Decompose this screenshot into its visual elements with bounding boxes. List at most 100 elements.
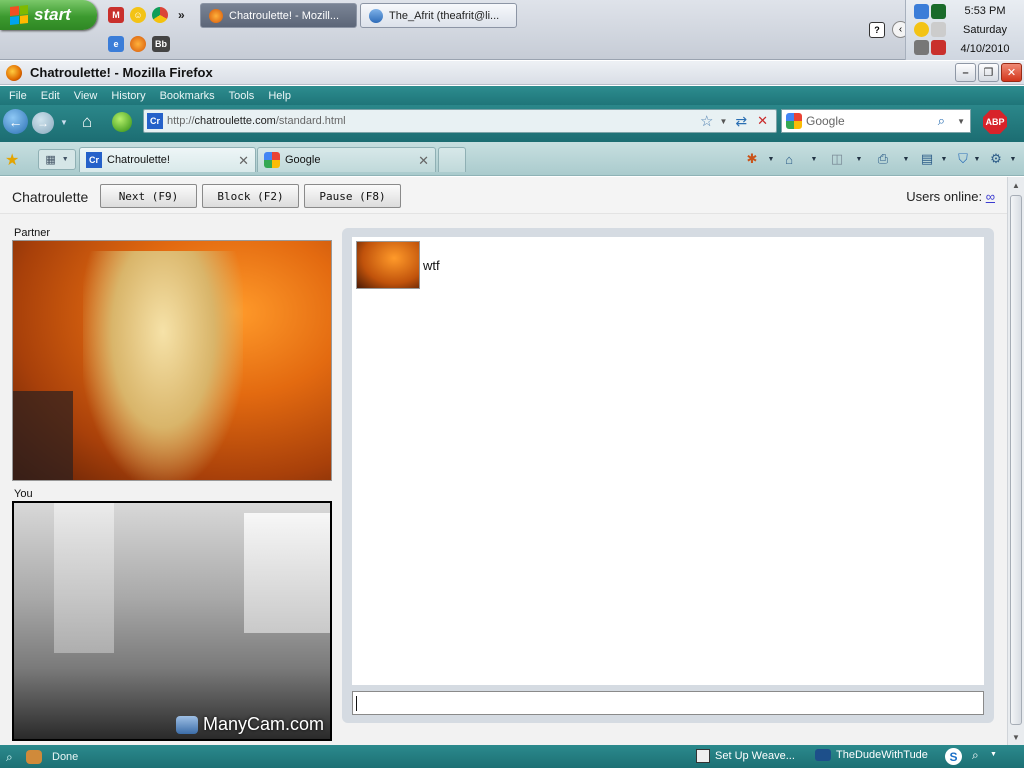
users-online-label: Users online:	[906, 189, 983, 204]
fox-dropdown-icon[interactable]: ▼	[762, 151, 780, 167]
reload-icon[interactable]	[112, 112, 132, 132]
search-icon[interactable]: ⌕	[938, 113, 945, 129]
menu-bookmarks[interactable]: Bookmarks	[160, 90, 215, 102]
print-dropdown-icon[interactable]: ▼	[897, 151, 915, 167]
gmail-icon[interactable]: M	[108, 7, 124, 23]
tab-grid-button[interactable]: ▦ ▼	[38, 149, 76, 170]
weave-status[interactable]: Set Up Weave...	[696, 749, 795, 763]
messenger-icon	[369, 8, 383, 23]
search-bar[interactable]: Google ⌕ ▼	[781, 109, 971, 133]
menu-file[interactable]: File	[9, 90, 27, 102]
chat-log[interactable]: wtf	[352, 237, 984, 685]
tab-google[interactable]: Google ✕	[257, 147, 436, 172]
next-button[interactable]: Next (F9)	[100, 184, 197, 208]
tab-close-icon[interactable]: ✕	[418, 153, 429, 169]
menu-bar: File Edit View History Bookmarks Tools H…	[0, 86, 1024, 105]
tab-chatroulette[interactable]: Cr Chatroulette! ✕	[79, 147, 256, 172]
menu-view[interactable]: View	[74, 90, 98, 102]
partner-figure	[83, 251, 243, 480]
tab-favicon: Cr	[86, 152, 102, 168]
bookmark-star-icon[interactable]: ☆	[700, 112, 713, 130]
status-bar: ⌕ Done Set Up Weave... TheDudeWithTude S…	[0, 745, 1024, 768]
task-button-firefox[interactable]: Chatroulette! - Mozill...	[200, 3, 357, 28]
menu-tools[interactable]: Tools	[229, 90, 255, 102]
history-dropdown-icon[interactable]: ▼	[60, 118, 68, 127]
print-icon[interactable]: ⎙	[874, 151, 892, 167]
minimize-button[interactable]: –	[955, 63, 976, 82]
firefox-icon[interactable]	[130, 36, 146, 52]
fox-status-icon[interactable]	[26, 749, 42, 764]
ie-icon[interactable]: e	[108, 36, 124, 52]
smiley-icon[interactable]: ☺	[130, 7, 146, 23]
bb-icon[interactable]: Bb	[152, 36, 170, 52]
google-icon	[264, 152, 280, 168]
block-button[interactable]: Block (F2)	[202, 184, 299, 208]
safety-dropdown-icon[interactable]: ▼	[968, 151, 986, 167]
home-dropdown-icon[interactable]: ▼	[805, 151, 823, 167]
home-icon[interactable]: ⌂	[82, 113, 102, 131]
hanging-figure	[54, 503, 114, 653]
maximize-button[interactable]: ❐	[978, 63, 999, 82]
smiley-tray-icon[interactable]	[914, 22, 929, 37]
forward-button[interactable]: →	[32, 112, 54, 134]
close-button[interactable]: ✕	[1001, 63, 1022, 82]
tools-dropdown-icon[interactable]: ▼	[1004, 151, 1022, 167]
chrome-icon[interactable]	[152, 7, 168, 23]
network-icon[interactable]	[914, 4, 929, 19]
scroll-up-icon[interactable]: ▲	[1008, 177, 1024, 193]
pen-icon[interactable]	[914, 40, 929, 55]
tools-gear-icon[interactable]: ⚙	[987, 151, 1005, 167]
url-dropdown-icon[interactable]: ▼	[719, 117, 727, 126]
task-button-messenger[interactable]: The_Afrit (theafrit@li...	[360, 3, 517, 28]
user-status[interactable]: TheDudeWithTude	[815, 749, 928, 761]
pause-button[interactable]: Pause (F8)	[304, 184, 401, 208]
url-bar[interactable]: Cr http://chatroulette.com/standard.html…	[143, 109, 777, 133]
feed-dropdown-icon[interactable]: ▼	[850, 151, 868, 167]
partner-thumbnail	[356, 241, 420, 289]
site-favicon: Cr	[147, 113, 163, 129]
chat-message-text: wtf	[423, 257, 440, 273]
users-online-count[interactable]: ∞	[986, 189, 995, 204]
clock-date: 4/10/2010	[960, 43, 1010, 55]
search-input[interactable]: Google	[806, 114, 938, 128]
start-button[interactable]: start	[0, 0, 97, 30]
fox-icon[interactable]: ✱	[743, 151, 761, 167]
stop-icon[interactable]: ✕	[757, 113, 768, 129]
weave-icon	[696, 749, 710, 763]
menu-edit[interactable]: Edit	[41, 90, 60, 102]
tab-label: Google	[285, 154, 321, 166]
skype-icon[interactable]: S	[945, 748, 962, 765]
refresh-icon[interactable]: ⇄	[735, 113, 747, 130]
clock[interactable]: 5:53 PM Saturday 4/10/2010	[952, 2, 1018, 59]
search-dropdown-icon[interactable]: ▼	[957, 117, 965, 126]
magnifier-icon[interactable]: ⌕	[6, 750, 20, 764]
meter-icon[interactable]	[931, 4, 946, 19]
quick-launch-row-bottom: e Bb	[108, 36, 170, 52]
new-tab-button[interactable]	[438, 147, 466, 172]
page-dropdown-icon[interactable]: ▼	[935, 151, 953, 167]
volume-icon[interactable]	[931, 22, 946, 37]
menu-history[interactable]: History	[111, 90, 145, 102]
page-icon[interactable]: ▤	[918, 151, 936, 167]
tab-close-icon[interactable]: ✕	[238, 153, 249, 169]
google-icon[interactable]	[786, 113, 802, 129]
scrollbar-thumb[interactable]	[1010, 195, 1022, 725]
navigation-toolbar: ← → ▼ ⌂ Cr http://chatroulette.com/stand…	[0, 105, 1024, 142]
chat-input[interactable]	[352, 691, 984, 715]
gmail-tray-icon[interactable]	[931, 40, 946, 55]
home-toolbar-icon[interactable]: ⌂	[780, 151, 798, 167]
back-button[interactable]: ←	[3, 109, 28, 134]
url-field[interactable]: http://chatroulette.com/standard.html	[167, 115, 700, 127]
bookmarks-star-icon[interactable]: ★	[5, 150, 19, 170]
feed-icon[interactable]: ◫	[828, 151, 846, 167]
help-icon[interactable]: ?	[869, 22, 885, 38]
quick-launch-overflow[interactable]: »	[178, 8, 185, 22]
scroll-down-icon[interactable]: ▼	[1008, 729, 1024, 745]
page-scrollbar[interactable]: ▲ ▼	[1007, 177, 1024, 745]
adblock-icon[interactable]: ABP	[983, 110, 1007, 134]
user-icon	[815, 749, 831, 761]
zoom-icon[interactable]: ⌕	[972, 748, 979, 763]
menu-help[interactable]: Help	[268, 90, 291, 102]
zoom-dropdown-icon[interactable]: ▼	[990, 751, 997, 758]
chat-panel: wtf	[342, 228, 994, 723]
